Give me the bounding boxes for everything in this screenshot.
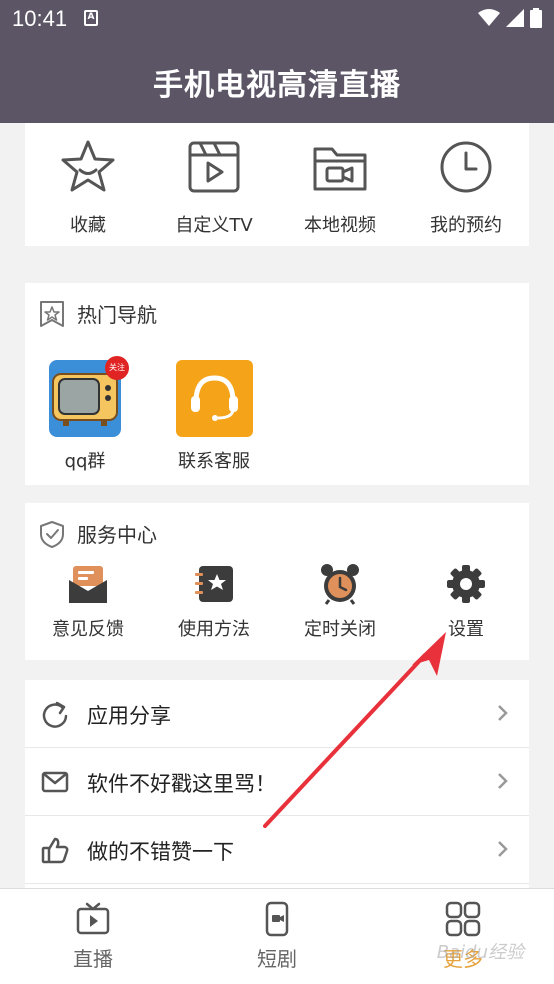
quick-actions-card: 收藏 自定义TV 本地视频 我的预约 [25, 123, 529, 246]
complaint-label: 软件不好戳这里骂！ [87, 772, 276, 796]
timer-off-label: 定时关闭 [304, 619, 376, 640]
grid-icon [445, 901, 481, 937]
timer-off-button[interactable]: 定时关闭 [277, 563, 403, 641]
service-title: 服务中心 [77, 523, 157, 547]
custom-tv-button[interactable]: 自定义TV [151, 137, 277, 237]
signal-icon [506, 9, 524, 27]
thumbs-up-icon [41, 837, 69, 864]
qq-group-button[interactable]: 关注 qq群 [30, 356, 140, 473]
chevron-right-icon [498, 705, 508, 721]
menu-list: 应用分享 软件不好戳这里骂！ 做的不错赞一下 [25, 680, 529, 890]
status-bar: 10:41 A [0, 0, 554, 38]
shield-check-icon [40, 520, 64, 548]
alarm-clock-icon [321, 564, 359, 605]
wifi-icon [478, 9, 500, 26]
my-reservation-button[interactable]: 我的预约 [403, 137, 529, 237]
status-time: 10:41 [12, 6, 68, 31]
mail-icon [41, 771, 69, 793]
favorites-button[interactable]: 收藏 [25, 137, 151, 237]
share-app-row[interactable]: 应用分享 [25, 680, 529, 748]
watermark: Baidu经验 [436, 942, 524, 963]
clock-icon [440, 141, 492, 193]
follow-badge: 关注 [105, 356, 129, 380]
app-bar: 手机电视高清直播 [0, 38, 554, 123]
local-video-button[interactable]: 本地视频 [277, 137, 403, 237]
tab-live[interactable]: 直播 [28, 901, 158, 972]
star-icon [61, 140, 115, 192]
refresh-icon [42, 701, 68, 728]
service-header: 服务中心 [39, 519, 157, 548]
chevron-right-icon [498, 773, 508, 789]
service-center-card: 服务中心 意见反馈 使用方法 定时关闭 设置 [25, 503, 529, 660]
app-title: 手机电视高清直播 [153, 68, 401, 103]
usage-guide-label: 使用方法 [178, 619, 250, 640]
share-app-label: 应用分享 [87, 704, 171, 728]
system-icons [478, 8, 542, 28]
tv-tab-icon [76, 902, 110, 935]
notification-icon: A [84, 10, 98, 26]
tab-live-label: 直播 [73, 947, 113, 971]
tab-short-drama-label: 短剧 [257, 947, 297, 971]
phone-video-icon [265, 901, 289, 937]
praise-label: 做的不错赞一下 [87, 840, 234, 864]
hot-nav-card: 热门导航 关注 qq群 联系客服 [25, 283, 529, 485]
contact-service-label: 联系客服 [178, 451, 250, 472]
local-video-label: 本地视频 [304, 215, 376, 236]
custom-tv-label: 自定义TV [175, 215, 253, 236]
feedback-button[interactable]: 意见反馈 [25, 563, 151, 641]
gear-icon [447, 565, 485, 603]
video-folder-icon [313, 147, 367, 191]
battery-icon [530, 8, 542, 28]
contact-service-button[interactable]: 联系客服 [159, 360, 269, 473]
feedback-label: 意见反馈 [52, 619, 124, 640]
my-reservation-label: 我的预约 [430, 215, 502, 236]
settings-button[interactable]: 设置 [403, 563, 529, 641]
clapperboard-icon [188, 141, 240, 193]
tab-short-drama[interactable]: 短剧 [212, 901, 342, 972]
hot-nav-header: 热门导航 [39, 299, 157, 328]
feedback-icon [69, 566, 107, 603]
chevron-right-icon [498, 841, 508, 857]
usage-guide-button[interactable]: 使用方法 [151, 563, 277, 641]
qq-group-tile: 关注 [49, 356, 129, 437]
praise-row[interactable]: 做的不错赞一下 [25, 816, 529, 884]
qq-group-label: qq群 [64, 451, 106, 472]
favorites-label: 收藏 [70, 215, 106, 236]
bottom-tab-bar: 直播 短剧 更多 [0, 888, 554, 984]
complaint-row[interactable]: 软件不好戳这里骂！ [25, 748, 529, 816]
headset-icon [175, 360, 253, 437]
settings-label: 设置 [448, 619, 484, 640]
hot-nav-title: 热门导航 [77, 303, 157, 327]
guide-icon [195, 566, 233, 602]
bookmark-star-icon [40, 300, 64, 327]
